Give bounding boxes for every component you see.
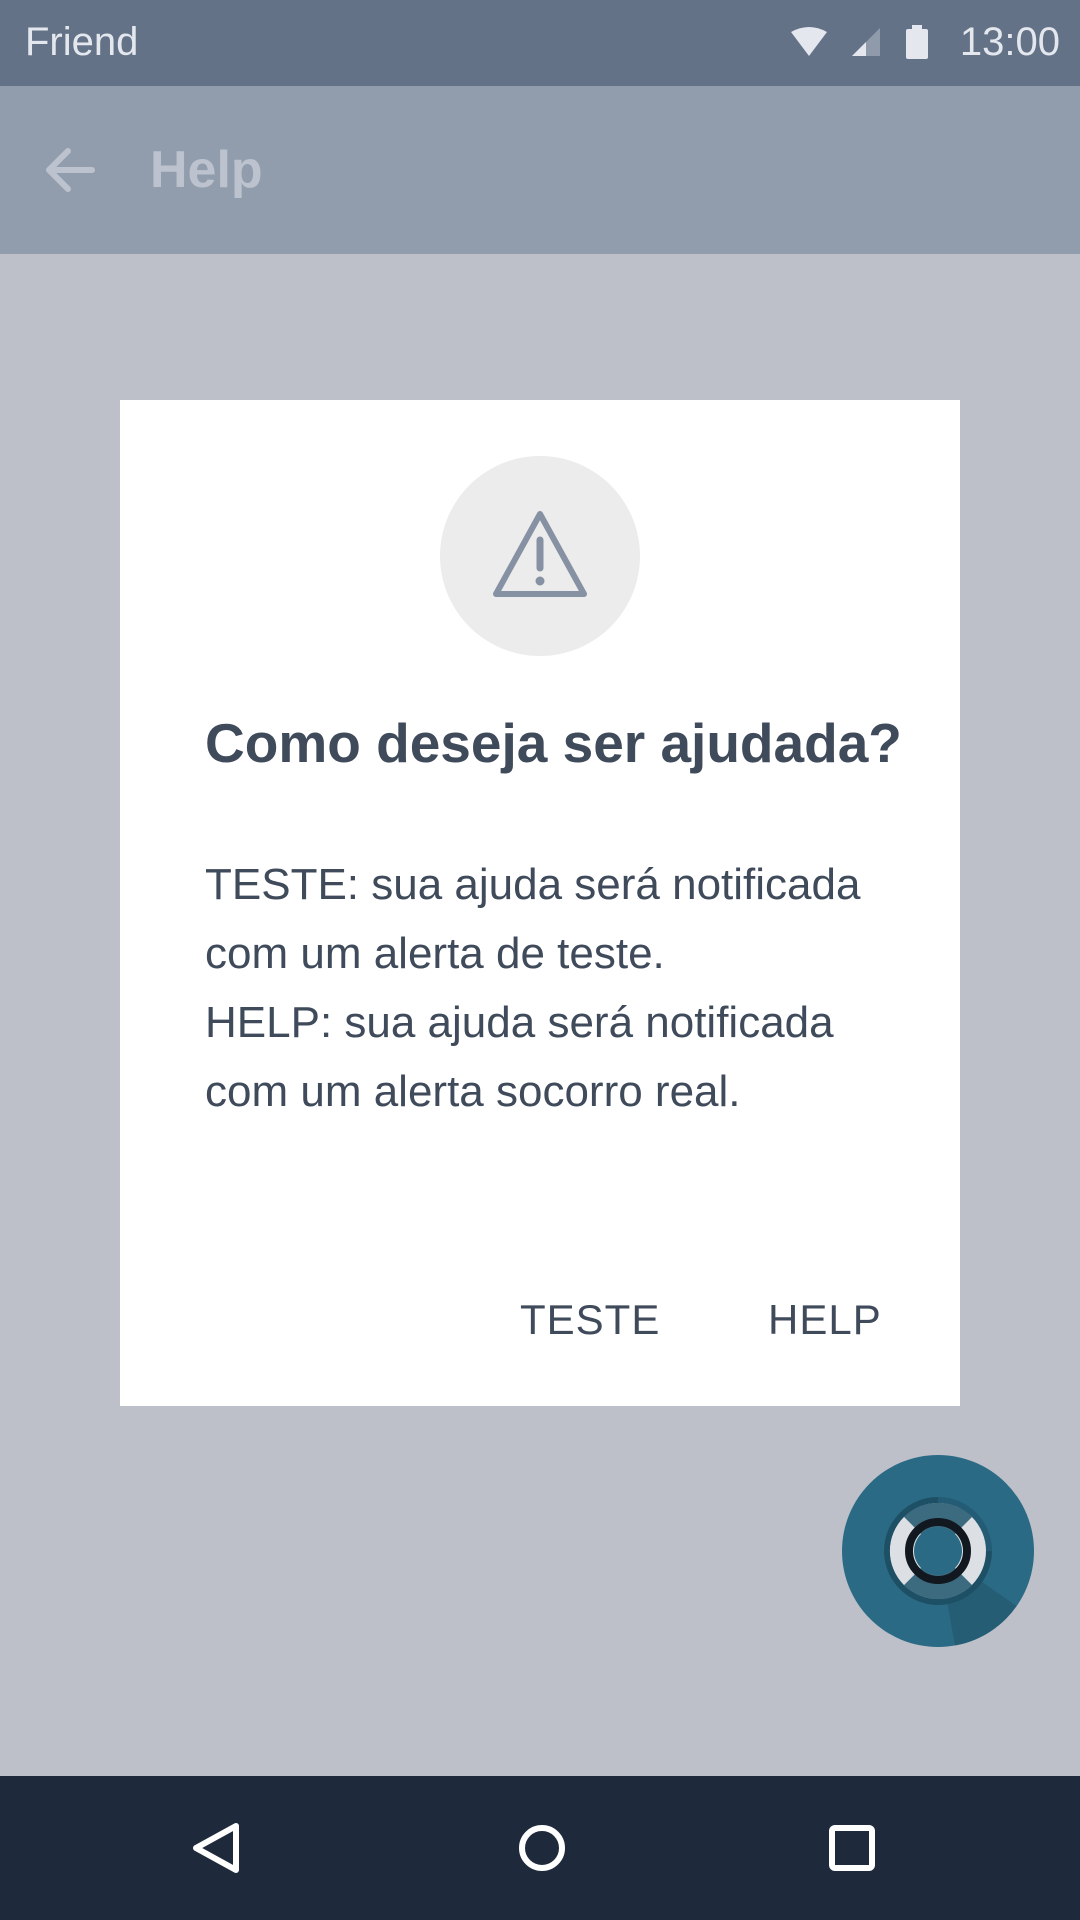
dialog-title: Como deseja ser ajudada? — [205, 712, 902, 774]
help-type-dialog: Como deseja ser ajudada? TESTE: sua ajud… — [120, 400, 960, 1406]
dialog-message-help: HELP: sua ajuda será notificada com um a… — [205, 998, 834, 1116]
status-app-name: Friend — [25, 20, 139, 64]
signal-icon — [850, 26, 882, 58]
nav-back-icon — [193, 1823, 239, 1873]
back-button[interactable] — [38, 138, 102, 202]
nav-recents-icon — [829, 1825, 875, 1871]
dialog-actions: TESTE HELP — [120, 1280, 960, 1360]
app-bar: Help — [0, 86, 1080, 254]
nav-home-icon — [519, 1825, 565, 1871]
status-bar: Friend 13:00 — [0, 0, 1080, 86]
page-title: Help — [150, 141, 263, 199]
status-icons: 13:00 — [790, 18, 1060, 66]
arrow-left-icon — [46, 148, 95, 192]
navigation-bar — [0, 1776, 1080, 1920]
lifebuoy-icon — [884, 1497, 1034, 1647]
help-fab[interactable] — [842, 1455, 1034, 1647]
dialog-message: TESTE: sua ajuda será notificada com um … — [205, 850, 905, 1126]
nav-back-button[interactable] — [178, 1808, 258, 1888]
teste-button[interactable]: TESTE — [500, 1280, 680, 1360]
nav-recents-button[interactable] — [812, 1808, 892, 1888]
nav-home-button[interactable] — [502, 1808, 582, 1888]
wifi-icon — [790, 26, 828, 58]
warning-icon-badge — [440, 456, 640, 656]
warning-triangle-icon — [493, 511, 587, 597]
battery-icon — [904, 25, 930, 59]
status-time: 13:00 — [959, 20, 1060, 64]
dialog-message-teste: TESTE: sua ajuda será notificada com um … — [205, 860, 861, 978]
help-button[interactable]: HELP — [748, 1280, 902, 1360]
